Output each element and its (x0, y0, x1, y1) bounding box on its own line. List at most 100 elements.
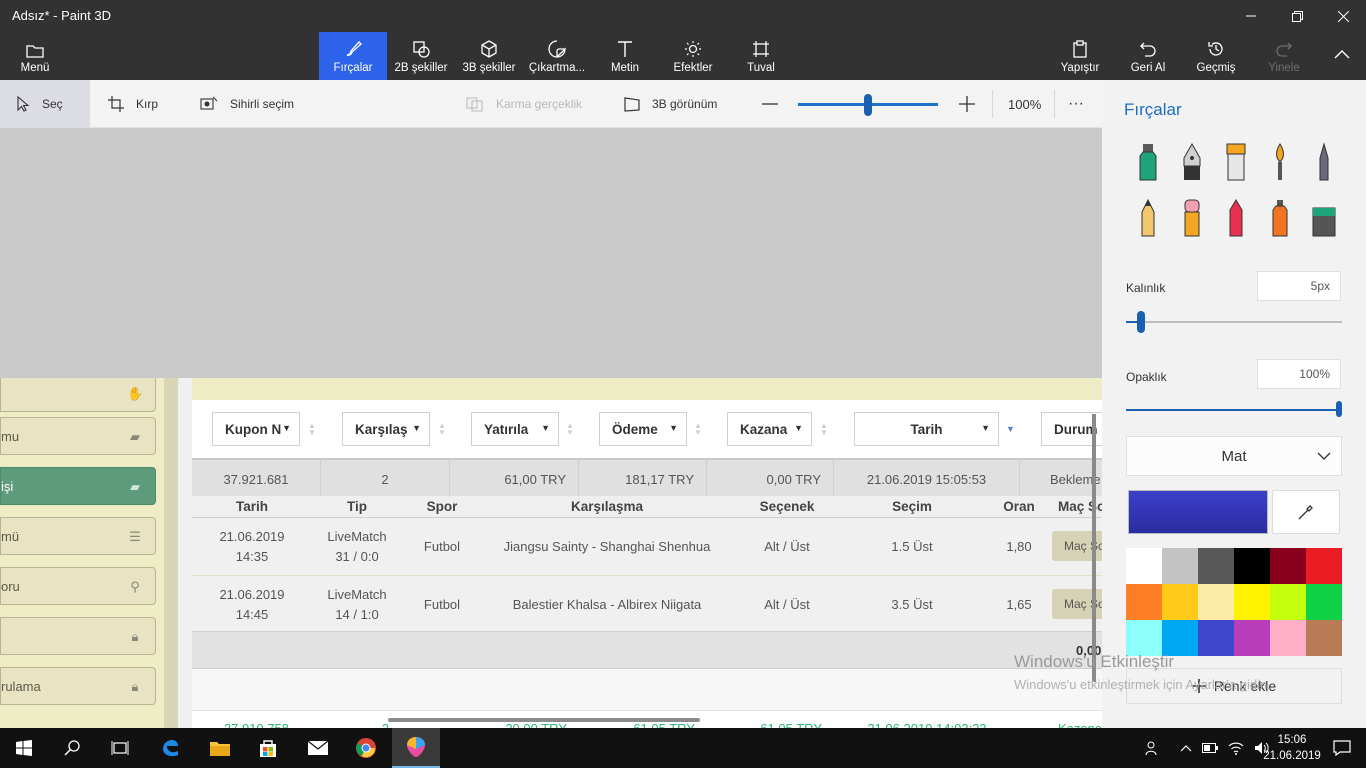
color-swatch[interactable] (1306, 548, 1342, 584)
filter-stake[interactable]: Yatırıla ▼ (471, 412, 559, 446)
color-swatch[interactable] (1270, 584, 1306, 620)
menu-button[interactable]: Menü (8, 32, 62, 80)
site-menu-item[interactable]: 🔒︎ (0, 617, 156, 655)
tab-canvas[interactable]: Tuval (731, 32, 791, 80)
tab-3d-shapes[interactable]: 3B şekiller (457, 32, 521, 80)
oil-brush-icon[interactable] (1222, 142, 1250, 182)
task-view-button[interactable] (96, 728, 144, 768)
color-swatch[interactable] (1234, 584, 1270, 620)
zoom-slider[interactable] (798, 94, 938, 116)
tab-effects[interactable]: Efektler (663, 32, 723, 80)
sort-icon[interactable]: ▲ ▼ (308, 422, 316, 437)
opacity-slider-thumb[interactable] (1336, 401, 1342, 417)
restore-button[interactable] (1274, 0, 1320, 32)
color-swatch[interactable] (1198, 620, 1234, 656)
color-swatch[interactable] (1162, 548, 1198, 584)
opacity-slider[interactable] (1126, 401, 1342, 417)
sort-icon[interactable]: ▲ ▼ (566, 422, 574, 437)
canvas-area[interactable]: ✋ mu ▰ işi ▰ mü ☰ oru ⚲ 🔒︎ rulama 🔒︎ Kupon N ▼… (0, 128, 1102, 733)
crop-tool[interactable]: Kırp (108, 80, 158, 128)
paste-button[interactable]: Yapıştır (1052, 32, 1108, 80)
zoom-slider-thumb[interactable] (864, 94, 872, 116)
scrollbar[interactable] (1092, 414, 1096, 682)
site-menu-item[interactable]: oru ⚲ (0, 567, 156, 605)
store-taskbar-button[interactable] (244, 728, 292, 768)
sort-desc-icon[interactable]: ▼ (1006, 424, 1015, 434)
thickness-input[interactable]: 5px (1257, 271, 1341, 301)
action-center-button[interactable] (1318, 728, 1366, 768)
filter-match[interactable]: Karşılaş ▼ (342, 412, 430, 446)
filter-payout[interactable]: Ödeme ▼ (599, 412, 687, 446)
tab-brushes[interactable]: Fırçalar (319, 32, 387, 80)
color-swatch[interactable] (1270, 620, 1306, 656)
pencil-icon[interactable] (1134, 198, 1162, 238)
finish-dropdown[interactable]: Mat (1126, 436, 1342, 476)
tab-2d-shapes[interactable]: 2B şekiller (389, 32, 453, 80)
chrome-taskbar-button[interactable] (342, 728, 390, 768)
tab-stickers[interactable]: Çıkartma... (525, 32, 589, 80)
redo-button[interactable]: Yinele (1256, 32, 1312, 80)
start-button[interactable] (0, 728, 48, 768)
edge-taskbar-button[interactable] (146, 728, 194, 768)
history-button[interactable]: Geçmiş (1188, 32, 1244, 80)
undo-button[interactable]: Geri Al (1120, 32, 1176, 80)
color-swatch[interactable] (1162, 584, 1198, 620)
site-menu-item-active[interactable]: işi ▰ (0, 467, 156, 505)
color-swatch[interactable] (1198, 548, 1234, 584)
close-button[interactable] (1320, 0, 1366, 32)
view-3d-button[interactable]: 3B görünüm (624, 80, 717, 128)
crayon-icon[interactable] (1222, 198, 1250, 238)
mixed-reality-button[interactable]: Karma gerçeklik (466, 80, 582, 128)
select-tool[interactable]: Seç (0, 80, 90, 128)
sort-icon[interactable]: ▲ ▼ (694, 422, 702, 437)
filter-winnings[interactable]: Kazana ▼ (727, 412, 812, 446)
thickness-slider[interactable] (1126, 311, 1342, 333)
eyedropper-button[interactable] (1272, 490, 1340, 534)
color-swatch[interactable] (1126, 548, 1162, 584)
color-swatch[interactable] (1306, 584, 1342, 620)
calligraphy-pen-icon[interactable] (1178, 142, 1206, 182)
current-color-swatch[interactable] (1128, 490, 1268, 534)
horizontal-scrollbar[interactable] (388, 718, 700, 722)
tab-text[interactable]: Metin (595, 32, 655, 80)
eraser-icon[interactable] (1178, 198, 1206, 238)
wifi-icon[interactable] (1224, 728, 1248, 768)
marker-brush-icon[interactable] (1134, 142, 1162, 182)
site-menu-item[interactable]: ✋ (0, 378, 156, 412)
file-explorer-taskbar-button[interactable] (196, 728, 244, 768)
color-swatch[interactable] (1234, 548, 1270, 584)
fill-bucket-icon[interactable] (1310, 198, 1338, 238)
filter-date[interactable]: Tarih ▼ (854, 412, 999, 446)
zoom-out-button[interactable] (760, 80, 780, 128)
thickness-slider-thumb[interactable] (1136, 311, 1145, 333)
collapse-ribbon-button[interactable] (1322, 32, 1362, 80)
color-swatch[interactable] (1126, 620, 1162, 656)
mail-taskbar-button[interactable] (294, 728, 342, 768)
pixel-pen-icon[interactable] (1310, 142, 1338, 182)
zoom-level[interactable]: 100% (1008, 80, 1041, 128)
site-menu-item[interactable]: mü ☰ (0, 517, 156, 555)
clock[interactable]: 15:06 21.06.2019 (1260, 732, 1324, 764)
color-swatch[interactable] (1162, 620, 1198, 656)
zoom-in-button[interactable] (957, 80, 977, 128)
sort-icon[interactable]: ▲ ▼ (820, 422, 828, 437)
color-swatch[interactable] (1198, 584, 1234, 620)
more-options-button[interactable]: ··· (1068, 80, 1084, 128)
color-swatch[interactable] (1306, 620, 1342, 656)
people-button[interactable] (1140, 728, 1164, 768)
color-swatch[interactable] (1234, 620, 1270, 656)
spray-can-icon[interactable] (1266, 198, 1294, 238)
magic-select-tool[interactable]: Sihirli seçim (200, 80, 294, 128)
opacity-input[interactable]: 100% (1257, 359, 1341, 389)
watercolor-brush-icon[interactable] (1266, 142, 1294, 182)
color-swatch[interactable] (1126, 584, 1162, 620)
show-hidden-icons-button[interactable] (1176, 728, 1196, 768)
battery-icon[interactable] (1200, 728, 1220, 768)
sort-icon[interactable]: ▲ ▼ (438, 422, 446, 437)
filter-coupon[interactable]: Kupon N ▼ (212, 412, 300, 446)
search-button[interactable] (48, 728, 96, 768)
site-menu-item[interactable]: mu ▰ (0, 417, 156, 455)
site-menu-item[interactable]: rulama 🔒︎ (0, 667, 156, 705)
paint3d-taskbar-button[interactable] (392, 728, 440, 768)
canvas-image[interactable]: ✋ mu ▰ işi ▰ mü ☰ oru ⚲ 🔒︎ rulama 🔒︎ Kupon N ▼… (0, 378, 1102, 733)
